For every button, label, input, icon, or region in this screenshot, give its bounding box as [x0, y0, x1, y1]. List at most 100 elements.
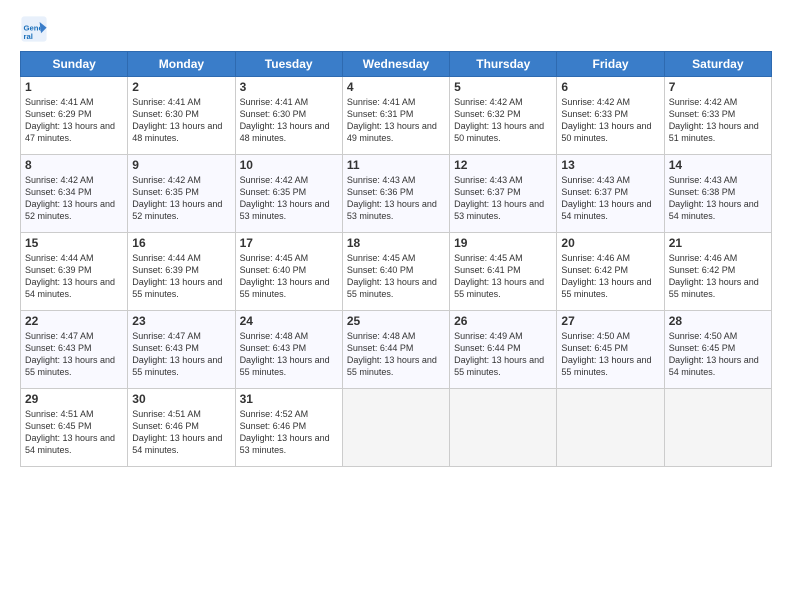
- day-cell: 3 Sunrise: 4:41 AM Sunset: 6:30 PM Dayli…: [235, 77, 342, 155]
- day-info: Sunrise: 4:47 AM Sunset: 6:43 PM Dayligh…: [25, 330, 123, 379]
- day-info: Sunrise: 4:43 AM Sunset: 6:37 PM Dayligh…: [454, 174, 552, 223]
- day-info: Sunrise: 4:42 AM Sunset: 6:33 PM Dayligh…: [669, 96, 767, 145]
- week-row-3: 15 Sunrise: 4:44 AM Sunset: 6:39 PM Dayl…: [21, 233, 772, 311]
- day-info: Sunrise: 4:42 AM Sunset: 6:34 PM Dayligh…: [25, 174, 123, 223]
- day-info: Sunrise: 4:48 AM Sunset: 6:44 PM Dayligh…: [347, 330, 445, 379]
- day-info: Sunrise: 4:41 AM Sunset: 6:31 PM Dayligh…: [347, 96, 445, 145]
- day-number: 28: [669, 314, 767, 328]
- day-info: Sunrise: 4:41 AM Sunset: 6:30 PM Dayligh…: [240, 96, 338, 145]
- day-cell: 16 Sunrise: 4:44 AM Sunset: 6:39 PM Dayl…: [128, 233, 235, 311]
- header-saturday: Saturday: [664, 52, 771, 77]
- day-info: Sunrise: 4:51 AM Sunset: 6:45 PM Dayligh…: [25, 408, 123, 457]
- day-cell: 30 Sunrise: 4:51 AM Sunset: 6:46 PM Dayl…: [128, 389, 235, 467]
- day-number: 2: [132, 80, 230, 94]
- day-cell: 10 Sunrise: 4:42 AM Sunset: 6:35 PM Dayl…: [235, 155, 342, 233]
- day-cell: 19 Sunrise: 4:45 AM Sunset: 6:41 PM Dayl…: [450, 233, 557, 311]
- logo-icon: Gene- ral: [20, 15, 48, 43]
- logo: Gene- ral: [20, 15, 52, 43]
- day-number: 22: [25, 314, 123, 328]
- day-cell: 27 Sunrise: 4:50 AM Sunset: 6:45 PM Dayl…: [557, 311, 664, 389]
- day-info: Sunrise: 4:45 AM Sunset: 6:41 PM Dayligh…: [454, 252, 552, 301]
- day-cell: [557, 389, 664, 467]
- day-cell: 21 Sunrise: 4:46 AM Sunset: 6:42 PM Dayl…: [664, 233, 771, 311]
- day-cell: 4 Sunrise: 4:41 AM Sunset: 6:31 PM Dayli…: [342, 77, 449, 155]
- day-cell: 23 Sunrise: 4:47 AM Sunset: 6:43 PM Dayl…: [128, 311, 235, 389]
- header-thursday: Thursday: [450, 52, 557, 77]
- day-info: Sunrise: 4:41 AM Sunset: 6:30 PM Dayligh…: [132, 96, 230, 145]
- day-number: 13: [561, 158, 659, 172]
- week-row-2: 8 Sunrise: 4:42 AM Sunset: 6:34 PM Dayli…: [21, 155, 772, 233]
- day-number: 3: [240, 80, 338, 94]
- day-cell: 17 Sunrise: 4:45 AM Sunset: 6:40 PM Dayl…: [235, 233, 342, 311]
- day-number: 7: [669, 80, 767, 94]
- day-cell: 5 Sunrise: 4:42 AM Sunset: 6:32 PM Dayli…: [450, 77, 557, 155]
- day-cell: 29 Sunrise: 4:51 AM Sunset: 6:45 PM Dayl…: [21, 389, 128, 467]
- calendar-table: SundayMondayTuesdayWednesdayThursdayFrid…: [20, 51, 772, 467]
- day-cell: 1 Sunrise: 4:41 AM Sunset: 6:29 PM Dayli…: [21, 77, 128, 155]
- header-monday: Monday: [128, 52, 235, 77]
- day-cell: 13 Sunrise: 4:43 AM Sunset: 6:37 PM Dayl…: [557, 155, 664, 233]
- day-number: 17: [240, 236, 338, 250]
- day-cell: 15 Sunrise: 4:44 AM Sunset: 6:39 PM Dayl…: [21, 233, 128, 311]
- day-cell: 25 Sunrise: 4:48 AM Sunset: 6:44 PM Dayl…: [342, 311, 449, 389]
- day-cell: 9 Sunrise: 4:42 AM Sunset: 6:35 PM Dayli…: [128, 155, 235, 233]
- week-row-1: 1 Sunrise: 4:41 AM Sunset: 6:29 PM Dayli…: [21, 77, 772, 155]
- day-number: 27: [561, 314, 659, 328]
- day-info: Sunrise: 4:42 AM Sunset: 6:35 PM Dayligh…: [132, 174, 230, 223]
- day-info: Sunrise: 4:42 AM Sunset: 6:32 PM Dayligh…: [454, 96, 552, 145]
- day-info: Sunrise: 4:52 AM Sunset: 6:46 PM Dayligh…: [240, 408, 338, 457]
- day-number: 19: [454, 236, 552, 250]
- day-cell: 31 Sunrise: 4:52 AM Sunset: 6:46 PM Dayl…: [235, 389, 342, 467]
- day-info: Sunrise: 4:45 AM Sunset: 6:40 PM Dayligh…: [347, 252, 445, 301]
- day-info: Sunrise: 4:50 AM Sunset: 6:45 PM Dayligh…: [561, 330, 659, 379]
- day-cell: 18 Sunrise: 4:45 AM Sunset: 6:40 PM Dayl…: [342, 233, 449, 311]
- day-cell: 14 Sunrise: 4:43 AM Sunset: 6:38 PM Dayl…: [664, 155, 771, 233]
- day-info: Sunrise: 4:46 AM Sunset: 6:42 PM Dayligh…: [669, 252, 767, 301]
- day-cell: 12 Sunrise: 4:43 AM Sunset: 6:37 PM Dayl…: [450, 155, 557, 233]
- day-cell: 20 Sunrise: 4:46 AM Sunset: 6:42 PM Dayl…: [557, 233, 664, 311]
- day-number: 16: [132, 236, 230, 250]
- day-info: Sunrise: 4:43 AM Sunset: 6:37 PM Dayligh…: [561, 174, 659, 223]
- day-cell: 7 Sunrise: 4:42 AM Sunset: 6:33 PM Dayli…: [664, 77, 771, 155]
- day-cell: 6 Sunrise: 4:42 AM Sunset: 6:33 PM Dayli…: [557, 77, 664, 155]
- day-number: 25: [347, 314, 445, 328]
- day-number: 12: [454, 158, 552, 172]
- header-row: SundayMondayTuesdayWednesdayThursdayFrid…: [21, 52, 772, 77]
- day-number: 6: [561, 80, 659, 94]
- header-sunday: Sunday: [21, 52, 128, 77]
- day-number: 15: [25, 236, 123, 250]
- day-cell: 8 Sunrise: 4:42 AM Sunset: 6:34 PM Dayli…: [21, 155, 128, 233]
- day-cell: [342, 389, 449, 467]
- day-number: 23: [132, 314, 230, 328]
- day-info: Sunrise: 4:42 AM Sunset: 6:33 PM Dayligh…: [561, 96, 659, 145]
- day-number: 5: [454, 80, 552, 94]
- day-number: 30: [132, 392, 230, 406]
- day-cell: [450, 389, 557, 467]
- day-number: 1: [25, 80, 123, 94]
- header-tuesday: Tuesday: [235, 52, 342, 77]
- page-container: Gene- ral SundayMondayTuesdayWednesdayTh…: [0, 0, 792, 477]
- day-info: Sunrise: 4:50 AM Sunset: 6:45 PM Dayligh…: [669, 330, 767, 379]
- day-cell: 2 Sunrise: 4:41 AM Sunset: 6:30 PM Dayli…: [128, 77, 235, 155]
- day-number: 31: [240, 392, 338, 406]
- day-info: Sunrise: 4:51 AM Sunset: 6:46 PM Dayligh…: [132, 408, 230, 457]
- day-info: Sunrise: 4:43 AM Sunset: 6:36 PM Dayligh…: [347, 174, 445, 223]
- day-cell: 24 Sunrise: 4:48 AM Sunset: 6:43 PM Dayl…: [235, 311, 342, 389]
- day-info: Sunrise: 4:46 AM Sunset: 6:42 PM Dayligh…: [561, 252, 659, 301]
- day-cell: 22 Sunrise: 4:47 AM Sunset: 6:43 PM Dayl…: [21, 311, 128, 389]
- day-number: 9: [132, 158, 230, 172]
- header: Gene- ral: [20, 15, 772, 43]
- day-info: Sunrise: 4:48 AM Sunset: 6:43 PM Dayligh…: [240, 330, 338, 379]
- day-number: 10: [240, 158, 338, 172]
- week-row-4: 22 Sunrise: 4:47 AM Sunset: 6:43 PM Dayl…: [21, 311, 772, 389]
- day-info: Sunrise: 4:47 AM Sunset: 6:43 PM Dayligh…: [132, 330, 230, 379]
- svg-text:ral: ral: [24, 32, 33, 41]
- day-info: Sunrise: 4:44 AM Sunset: 6:39 PM Dayligh…: [132, 252, 230, 301]
- day-info: Sunrise: 4:49 AM Sunset: 6:44 PM Dayligh…: [454, 330, 552, 379]
- day-number: 20: [561, 236, 659, 250]
- header-friday: Friday: [557, 52, 664, 77]
- day-number: 26: [454, 314, 552, 328]
- day-number: 24: [240, 314, 338, 328]
- week-row-5: 29 Sunrise: 4:51 AM Sunset: 6:45 PM Dayl…: [21, 389, 772, 467]
- header-wednesday: Wednesday: [342, 52, 449, 77]
